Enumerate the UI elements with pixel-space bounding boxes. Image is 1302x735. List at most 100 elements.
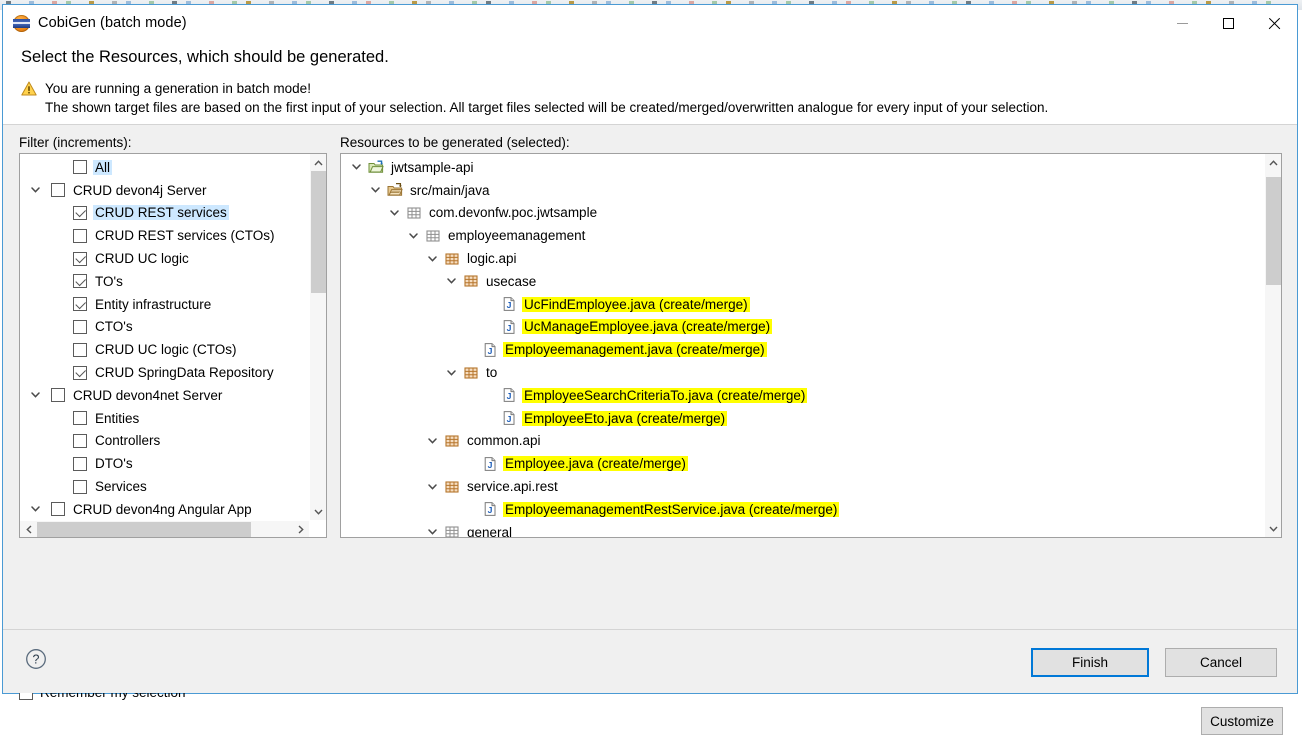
filter-tree-row[interactable]: CTO's — [20, 316, 309, 339]
filter-tree-row[interactable]: CRUD UC logic — [20, 247, 309, 270]
filter-tree-row[interactable]: CRUD devon4net Server — [20, 384, 309, 407]
resource-tree-row[interactable]: logic.api — [341, 247, 1281, 270]
increment-checkbox[interactable] — [73, 320, 87, 334]
filter-tree-row[interactable]: CRUD devon4ng Angular App — [20, 498, 309, 520]
increment-label: Entity infrastructure — [93, 297, 213, 312]
java-file-icon: J — [482, 342, 498, 358]
warning-line-1: You are running a generation in batch mo… — [45, 79, 1048, 98]
filter-tree-row[interactable]: CRUD UC logic (CTOs) — [20, 338, 309, 361]
svg-text:J: J — [488, 460, 493, 470]
resource-tree-row[interactable]: JEmployeeSearchCriteriaTo.java (create/m… — [341, 384, 1281, 407]
chevron-down-icon[interactable] — [425, 256, 440, 262]
minimize-button[interactable] — [1159, 5, 1205, 41]
left-tree-hscroll-thumb[interactable] — [37, 522, 251, 537]
increment-checkbox[interactable] — [51, 388, 65, 402]
finish-button[interactable]: Finish — [1031, 648, 1149, 677]
left-tree-hscrollbar[interactable] — [20, 520, 309, 537]
chevron-down-icon[interactable] — [28, 187, 43, 193]
chevron-down-icon[interactable] — [425, 484, 440, 490]
filter-tree-row[interactable]: CRUD REST services — [20, 202, 309, 225]
resource-tree-row[interactable]: jwtsample-api — [341, 156, 1281, 179]
increment-checkbox[interactable] — [73, 411, 87, 425]
resource-tree-row[interactable]: src/main/java — [341, 179, 1281, 202]
left-tree-vscroll-thumb[interactable] — [311, 171, 326, 293]
right-tree-vscrollbar[interactable] — [1264, 154, 1281, 537]
scroll-right-icon[interactable] — [292, 521, 309, 538]
left-tree-hscroll-track[interactable] — [37, 521, 292, 538]
resource-tree-row[interactable]: JEmployeeEto.java (create/merge) — [341, 407, 1281, 430]
resource-tree-row[interactable]: JUcManageEmployee.java (create/merge) — [341, 316, 1281, 339]
chevron-down-icon[interactable] — [444, 278, 459, 284]
chevron-down-icon[interactable] — [349, 164, 364, 170]
resource-tree-row[interactable]: usecase — [341, 270, 1281, 293]
window-controls — [1159, 5, 1297, 41]
resource-tree-row[interactable]: JUcFindEmployee.java (create/merge) — [341, 293, 1281, 316]
scroll-up-icon[interactable] — [310, 154, 327, 171]
filter-increments-tree[interactable]: AllCRUD devon4j ServerCRUD REST services… — [19, 153, 327, 538]
maximize-icon — [1223, 18, 1234, 29]
right-tree-vscroll-thumb[interactable] — [1266, 177, 1281, 285]
increment-checkbox[interactable] — [51, 183, 65, 197]
chevron-down-icon[interactable] — [28, 392, 43, 398]
increment-checkbox[interactable] — [73, 160, 87, 174]
left-tree-vscroll-track[interactable] — [310, 171, 327, 503]
filter-tree-row[interactable]: All — [20, 156, 309, 179]
filter-tree-row[interactable]: TO's — [20, 270, 309, 293]
resource-tree-row[interactable]: common.api — [341, 430, 1281, 453]
scroll-left-icon[interactable] — [20, 521, 37, 538]
dialog-footer: ? Finish Cancel — [3, 629, 1297, 693]
resource-tree-row[interactable]: JEmployeemanagement.java (create/merge) — [341, 338, 1281, 361]
maximize-button[interactable] — [1205, 5, 1251, 41]
filter-tree-row[interactable]: Entity infrastructure — [20, 293, 309, 316]
increment-label: TO's — [93, 274, 125, 289]
cancel-button[interactable]: Cancel — [1165, 648, 1277, 677]
filter-tree-row[interactable]: CRUD REST services (CTOs) — [20, 224, 309, 247]
help-icon[interactable]: ? — [25, 648, 47, 670]
increment-checkbox[interactable] — [73, 206, 87, 220]
increment-checkbox[interactable] — [73, 229, 87, 243]
filter-tree-row[interactable]: Controllers — [20, 430, 309, 453]
chevron-down-icon[interactable] — [28, 506, 43, 512]
customize-button[interactable]: Customize — [1201, 707, 1283, 735]
right-tree-vscroll-track[interactable] — [1265, 171, 1282, 520]
filter-tree-row[interactable]: Services — [20, 475, 309, 498]
increment-label: All — [93, 160, 112, 175]
chevron-down-icon[interactable] — [368, 187, 383, 193]
package-icon — [406, 205, 422, 221]
resource-tree-row[interactable]: service.api.rest — [341, 475, 1281, 498]
resource-label: UcManageEmployee.java (create/merge) — [522, 319, 772, 334]
chevron-down-icon[interactable] — [425, 529, 440, 535]
resource-tree-row[interactable]: employeemanagement — [341, 224, 1281, 247]
increment-checkbox[interactable] — [73, 480, 87, 494]
increment-checkbox[interactable] — [73, 343, 87, 357]
resource-tree-row[interactable]: JEmployee.java (create/merge) — [341, 452, 1281, 475]
resources-tree[interactable]: jwtsample-apisrc/main/javacom.devonfw.po… — [340, 153, 1282, 538]
scroll-up-icon[interactable] — [1265, 154, 1282, 171]
increment-checkbox[interactable] — [73, 297, 87, 311]
increment-checkbox[interactable] — [73, 274, 87, 288]
scroll-down-icon[interactable] — [1265, 520, 1282, 537]
chevron-down-icon[interactable] — [387, 210, 402, 216]
increment-checkbox[interactable] — [73, 457, 87, 471]
filter-tree-row[interactable]: CRUD SpringData Repository — [20, 361, 309, 384]
dialog-header: Select the Resources, which should be ge… — [3, 41, 1297, 124]
resource-tree-row[interactable]: to — [341, 361, 1281, 384]
chevron-down-icon[interactable] — [444, 370, 459, 376]
chevron-down-icon[interactable] — [406, 233, 421, 239]
java-file-icon: J — [482, 501, 498, 517]
increment-checkbox[interactable] — [73, 366, 87, 380]
increment-label: CRUD devon4ng Angular App — [71, 502, 254, 517]
close-button[interactable] — [1251, 5, 1297, 41]
increment-checkbox[interactable] — [73, 434, 87, 448]
resource-tree-row[interactable]: com.devonfw.poc.jwtsample — [341, 202, 1281, 225]
resource-tree-row[interactable]: general — [341, 521, 1281, 537]
filter-tree-row[interactable]: Entities — [20, 407, 309, 430]
increment-checkbox[interactable] — [73, 252, 87, 266]
filter-tree-row[interactable]: DTO's — [20, 452, 309, 475]
chevron-down-icon[interactable] — [425, 438, 440, 444]
scroll-down-icon[interactable] — [310, 503, 327, 520]
filter-tree-row[interactable]: CRUD devon4j Server — [20, 179, 309, 202]
resource-tree-row[interactable]: JEmployeemanagementRestService.java (cre… — [341, 498, 1281, 521]
left-tree-vscrollbar[interactable] — [309, 154, 326, 520]
increment-checkbox[interactable] — [51, 502, 65, 516]
